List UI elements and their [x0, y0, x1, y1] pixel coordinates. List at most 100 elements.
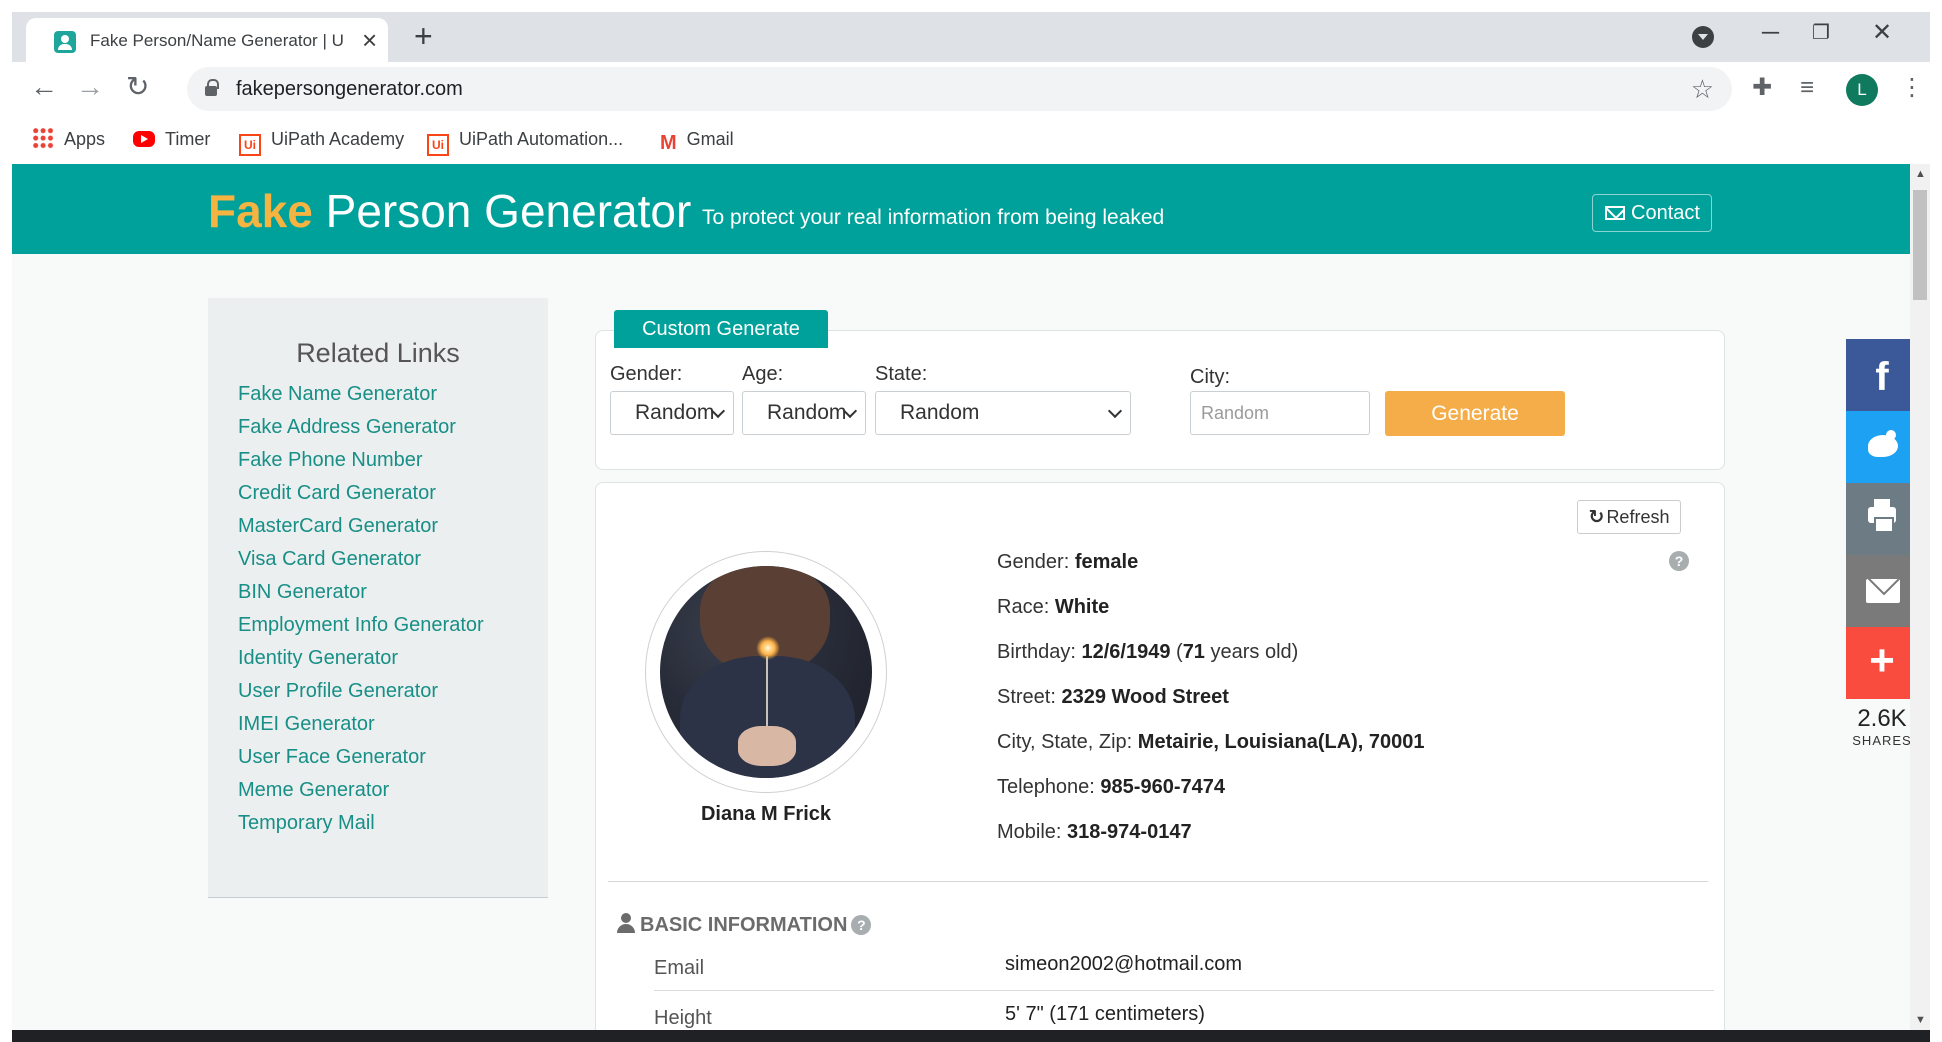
help-icon[interactable]: ?: [851, 915, 872, 935]
generate-button[interactable]: Generate: [1385, 391, 1565, 436]
sidebar-link[interactable]: Employment Info Generator: [238, 609, 484, 642]
contact-label: Contact: [1631, 202, 1700, 224]
browser-tab[interactable]: Fake Person/Name Generator | U ×: [26, 18, 388, 62]
sidebar-title: Related Links: [296, 338, 460, 368]
facebook-share-button[interactable]: f: [1846, 339, 1918, 411]
tab-search-icon[interactable]: [1692, 26, 1714, 48]
sidebar-link[interactable]: Visa Card Generator: [238, 543, 484, 576]
media-queue-icon[interactable]: ≡: [1800, 74, 1814, 102]
person-name: Diana M Frick: [700, 803, 832, 825]
gmail-icon: M: [660, 132, 677, 154]
browser-menu-icon[interactable]: ⋮: [1900, 74, 1924, 102]
scroll-down-icon[interactable]: ▼: [1915, 1014, 1926, 1026]
print-icon: [1868, 499, 1896, 533]
detail-value: 12/6/1949: [1081, 641, 1171, 663]
bookmark-apps[interactable]: Apps: [32, 126, 105, 152]
back-arrow-icon[interactable]: ←: [30, 72, 58, 102]
bookmark-label: UiPath Automation...: [459, 129, 624, 149]
twitter-share-button[interactable]: [1846, 411, 1918, 483]
info-value[interactable]: simeon2002@hotmail.com: [1005, 953, 1242, 976]
age-select[interactable]: Random: [742, 391, 866, 435]
sidebar-link[interactable]: User Profile Generator: [238, 675, 484, 708]
new-tab-icon[interactable]: +: [414, 20, 433, 52]
detail-telephone: Telephone: 985-960-7474: [997, 776, 1425, 821]
uipath-icon: Ui: [239, 134, 261, 156]
social-share-bar: f + 2.6K SHARES: [1846, 339, 1918, 748]
scroll-up-icon[interactable]: ▲: [1915, 168, 1926, 180]
detail-label: Gender:: [997, 551, 1075, 573]
scroll-thumb[interactable]: [1913, 190, 1927, 300]
sidebar-link[interactable]: Fake Address Generator: [238, 411, 484, 444]
gender-select[interactable]: Random: [610, 391, 734, 435]
detail-street: Street: 2329 Wood Street: [997, 686, 1425, 731]
bookmark-label: UiPath Academy: [271, 129, 405, 149]
detail-label: City, State, Zip:: [997, 731, 1138, 753]
bookmark-uipath-academy[interactable]: Ui UiPath Academy: [239, 126, 405, 156]
browser-tab-strip: Fake Person/Name Generator | U × + ─ ❐ ✕: [12, 12, 1930, 62]
age-label: Age:: [742, 363, 784, 385]
city-label: City:: [1190, 366, 1230, 388]
plus-icon: +: [1869, 636, 1895, 685]
bookmark-uipath-automation[interactable]: Ui UiPath Automation...: [427, 126, 624, 156]
logo-fake-word: Fake: [208, 185, 313, 237]
custom-generate-tab[interactable]: Custom Generate: [614, 310, 828, 348]
detail-label: Birthday:: [997, 641, 1082, 663]
tab-title: Fake Person/Name Generator | U: [90, 31, 344, 50]
sidebar-link[interactable]: Identity Generator: [238, 642, 484, 675]
person-details: Gender: female Race: White Birthday: 12/…: [997, 551, 1425, 866]
profile-avatar[interactable]: L: [1846, 74, 1878, 106]
tab-close-icon[interactable]: ×: [362, 26, 377, 54]
gender-value: Random: [635, 401, 715, 424]
lock-icon: [205, 79, 219, 96]
address-bar[interactable]: fakepersongenerator.com ☆: [187, 67, 1732, 111]
reload-icon[interactable]: ↻: [126, 72, 149, 102]
detail-mobile: Mobile: 318-974-0147: [997, 821, 1425, 866]
state-select[interactable]: Random: [875, 391, 1131, 435]
bookmark-star-icon[interactable]: ☆: [1691, 75, 1714, 103]
sidebar-link[interactable]: BIN Generator: [238, 576, 484, 609]
sidebar-link[interactable]: MasterCard Generator: [238, 510, 484, 543]
sidebar-link[interactable]: Fake Phone Number: [238, 444, 484, 477]
print-share-button[interactable]: [1846, 483, 1918, 555]
help-icon[interactable]: ?: [1669, 551, 1689, 571]
detail-suffix: years old): [1204, 641, 1299, 663]
page-scrollbar[interactable]: ▲ ▼: [1910, 164, 1930, 1030]
detail-value: Metairie, Louisiana(LA), 70001: [1137, 731, 1425, 753]
site-logo[interactable]: Fake Person Generator: [208, 184, 691, 238]
restore-icon[interactable]: ❐: [1812, 18, 1830, 48]
refresh-button[interactable]: ↻ Refresh: [1577, 500, 1681, 534]
youtube-icon: [133, 131, 155, 147]
forward-arrow-icon[interactable]: →: [76, 72, 104, 102]
contact-button[interactable]: Contact: [1592, 194, 1712, 232]
more-share-button[interactable]: +: [1846, 627, 1918, 699]
extensions-puzzle-icon[interactable]: ✚: [1752, 74, 1772, 102]
minimize-icon[interactable]: ─: [1762, 18, 1779, 48]
bookmark-timer[interactable]: Timer: [133, 126, 210, 152]
related-links-sidebar: Related Links Fake Name Generator Fake A…: [208, 298, 548, 898]
share-label: SHARES: [1852, 733, 1912, 748]
detail-label: Street:: [997, 686, 1062, 708]
basic-information-heading: BASIC INFORMATION?: [616, 913, 872, 937]
sidebar-link[interactable]: Temporary Mail: [238, 807, 484, 840]
sidebar-link[interactable]: Meme Generator: [238, 774, 484, 807]
site-header: Fake Person Generator To protect your re…: [12, 164, 1910, 254]
uipath-icon: Ui: [427, 134, 449, 156]
window-close-icon[interactable]: ✕: [1872, 18, 1892, 48]
detail-value: 985-960-7474: [1100, 776, 1225, 798]
sidebar-link[interactable]: IMEI Generator: [238, 708, 484, 741]
envelope-icon: [1605, 206, 1625, 220]
url-text[interactable]: fakepersongenerator.com: [236, 78, 463, 101]
sidebar-link[interactable]: Fake Name Generator: [238, 378, 484, 411]
email-share-button[interactable]: [1846, 555, 1918, 627]
info-value: 5' 7" (171 centimeters): [1005, 1003, 1205, 1025]
person-card: ↻ Refresh Diana M Frick ? Gender: female …: [595, 482, 1725, 1030]
bookmark-gmail[interactable]: M Gmail: [660, 126, 734, 154]
apps-grid-icon: [32, 127, 54, 149]
sidebar-link[interactable]: Credit Card Generator: [238, 477, 484, 510]
detail-value: female: [1074, 551, 1139, 573]
state-value: Random: [900, 401, 980, 424]
sidebar-link[interactable]: User Face Generator: [238, 741, 484, 774]
city-input[interactable]: [1190, 391, 1370, 435]
page-viewport: Fake Person Generator To protect your re…: [12, 164, 1930, 1030]
info-row-height: Height 5' 7" (171 centimeters): [654, 997, 1714, 1030]
